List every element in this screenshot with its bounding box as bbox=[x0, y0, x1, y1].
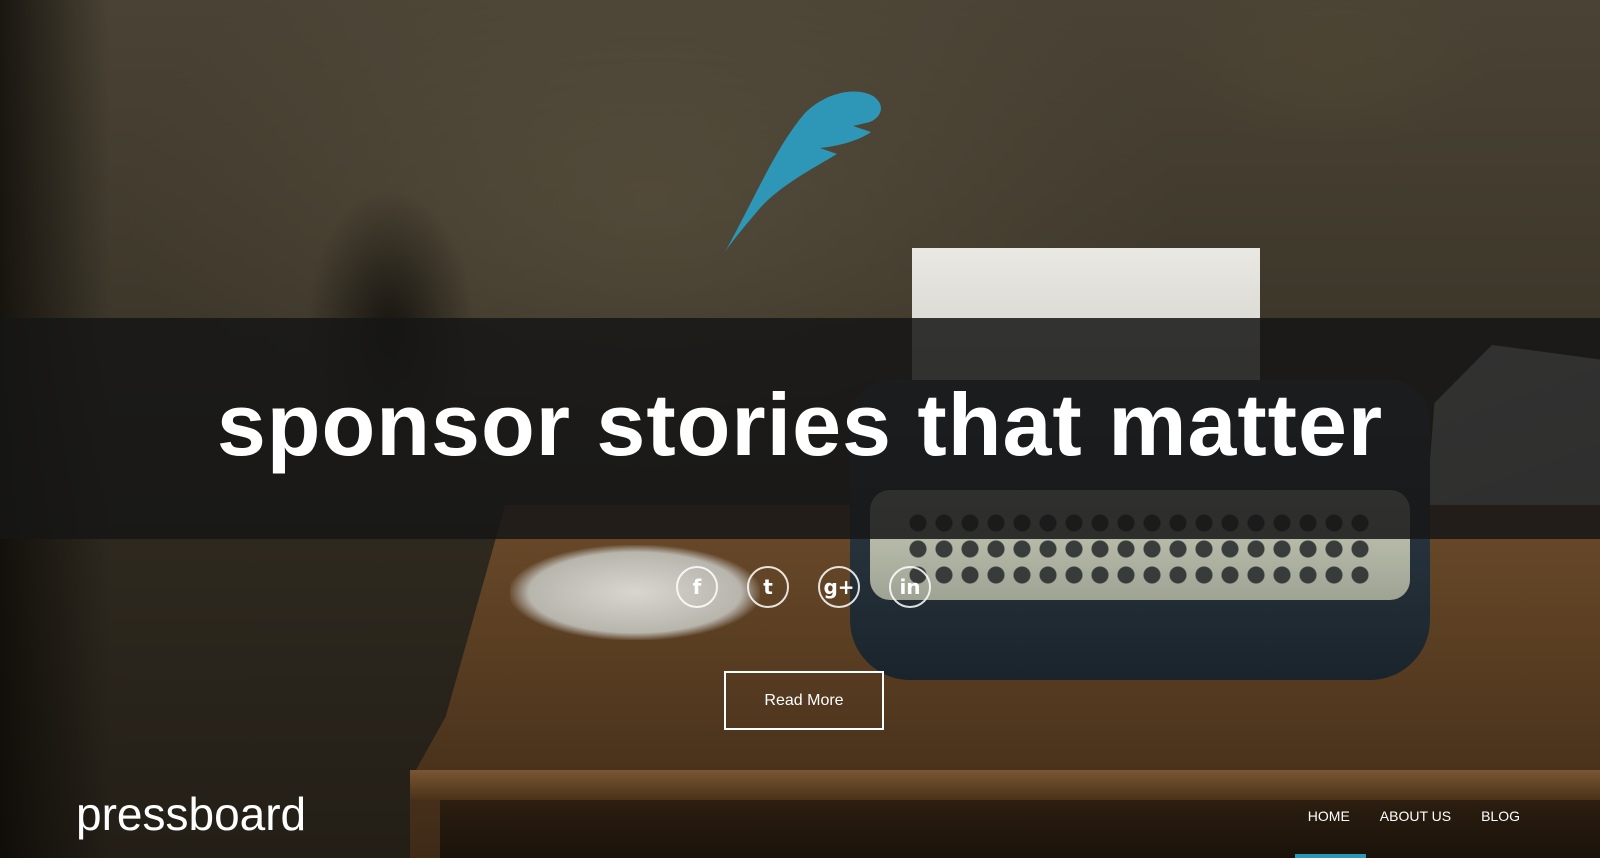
social-links: f t g+ in bbox=[676, 566, 936, 608]
main-nav: HOME ABOUT US BLOG bbox=[1308, 808, 1520, 824]
read-more-button[interactable]: Read More bbox=[724, 671, 884, 730]
background-desk-edge bbox=[410, 770, 1600, 800]
twitter-icon[interactable]: t bbox=[747, 566, 789, 608]
google-plus-icon[interactable]: g+ bbox=[818, 566, 860, 608]
nav-item-about-us[interactable]: ABOUT US bbox=[1380, 808, 1451, 824]
hero-headline: sponsor stories that matter bbox=[216, 375, 1384, 474]
nav-item-home[interactable]: HOME bbox=[1308, 808, 1350, 824]
nav-item-blog[interactable]: BLOG bbox=[1481, 808, 1520, 824]
facebook-icon[interactable]: f bbox=[676, 566, 718, 608]
hero-section: sponsor stories that matter f t g+ in Re… bbox=[0, 0, 1600, 858]
nav-active-indicator bbox=[1295, 854, 1366, 858]
feather-logo-icon bbox=[725, 91, 881, 252]
brand-logo-text[interactable]: pressboard bbox=[76, 786, 306, 842]
linkedin-icon[interactable]: in bbox=[889, 566, 931, 608]
